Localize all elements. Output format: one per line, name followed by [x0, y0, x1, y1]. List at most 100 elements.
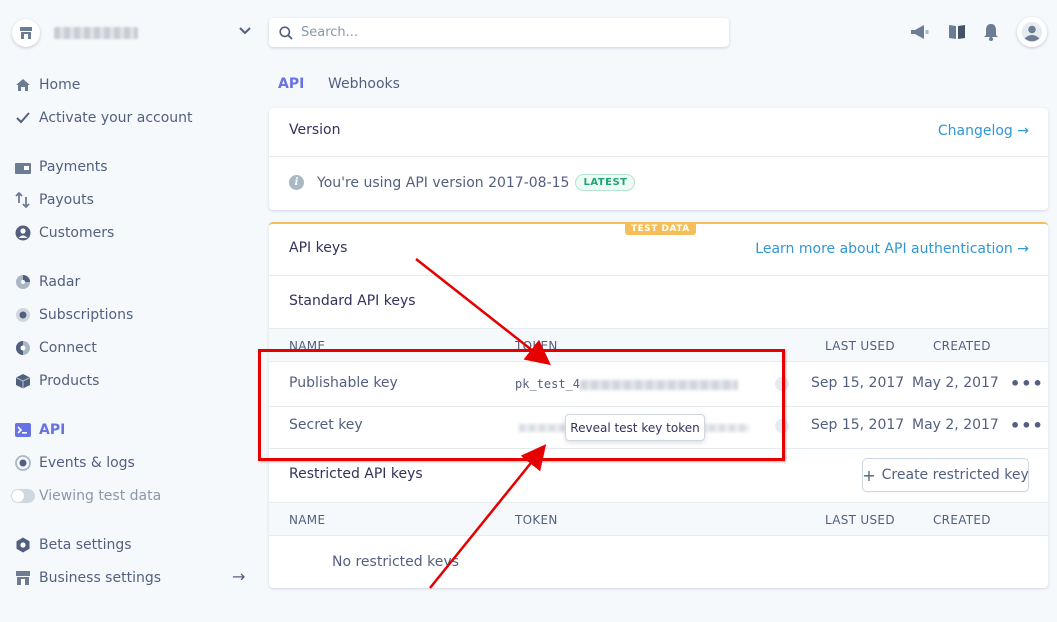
col-created: CREATED: [933, 513, 991, 527]
button-label: Create restricted key: [881, 467, 1029, 483]
sidebar-item-label: Payments: [39, 159, 108, 175]
empty-state: No restricted keys: [332, 554, 459, 570]
copy-icon[interactable]: [775, 419, 789, 433]
divider: [269, 156, 1048, 157]
token-prefix: pk_test_4: [515, 377, 581, 391]
more-icon[interactable]: •••: [1010, 374, 1044, 393]
api-keys-title: API keys: [289, 240, 348, 256]
search-icon: [279, 25, 293, 40]
more-icon[interactable]: •••: [1010, 416, 1044, 435]
sidebar-item-label: Radar: [39, 274, 81, 290]
account-name-blurred: [54, 27, 138, 39]
search-bar[interactable]: [269, 18, 729, 47]
sidebar-item-home[interactable]: Home: [14, 74, 80, 96]
sidebar-item-label: Activate your account: [39, 110, 193, 126]
col-last-used: LAST USED: [825, 513, 895, 527]
standard-keys-header: NAME TOKEN LAST USED CREATED: [269, 328, 1048, 362]
sidebar-item-events[interactable]: Events & logs: [14, 452, 135, 474]
col-created: CREATED: [933, 339, 991, 353]
chevron-down-icon[interactable]: [238, 24, 252, 40]
copy-icon[interactable]: [775, 377, 789, 391]
sidebar-item-label: Business settings: [39, 570, 162, 586]
sidebar-item-label: Connect: [39, 340, 97, 356]
sidebar-item-products[interactable]: Products: [14, 370, 99, 392]
gear-icon: [14, 536, 32, 554]
reveal-token-button[interactable]: Reveal test key token: [565, 414, 705, 441]
payments-icon: [14, 158, 32, 176]
products-icon: [14, 372, 32, 390]
sidebar-item-customers[interactable]: Customers: [14, 222, 114, 244]
plus-icon: +: [862, 465, 876, 485]
payouts-icon: [14, 191, 32, 209]
sidebar-item-radar[interactable]: Radar: [14, 271, 80, 293]
test-data-badge: TEST DATA: [625, 223, 696, 235]
avatar[interactable]: [1017, 17, 1047, 47]
version-title: Version: [289, 122, 341, 138]
created: May 2, 2017: [912, 417, 999, 433]
sidebar-item-label: Customers: [39, 225, 115, 241]
radar-icon: [14, 273, 32, 291]
home-icon: [14, 76, 32, 94]
sidebar-item-label: Products: [39, 373, 100, 389]
col-token: TOKEN: [515, 513, 558, 527]
megaphone-icon[interactable]: [909, 22, 931, 42]
toggle-switch[interactable]: [11, 489, 35, 503]
sidebar-item-activate[interactable]: Activate your account: [14, 107, 193, 129]
last-used: Sep 15, 2017: [811, 417, 905, 433]
api-version-text: You're using API version 2017-08-15: [317, 174, 570, 191]
sidebar-item-label: Home: [39, 77, 81, 93]
sidebar: Home Activate your account Payments Payo…: [0, 0, 262, 622]
api-keys-card: TEST DATA API keys Learn more about API …: [269, 222, 1048, 588]
sidebar-item-label: Subscriptions: [39, 307, 134, 323]
tab-api[interactable]: API: [278, 76, 304, 92]
book-icon[interactable]: [946, 22, 968, 42]
info-icon: i: [289, 175, 304, 190]
sidebar-item-payments[interactable]: Payments: [14, 156, 108, 178]
sidebar-item-subscriptions[interactable]: Subscriptions: [14, 304, 133, 326]
restricted-keys-header: NAME TOKEN LAST USED CREATED: [269, 502, 1048, 536]
api-version-info: i You're using API version 2017-08-15 LA…: [289, 174, 636, 191]
changelog-link[interactable]: Changelog →: [938, 123, 1029, 139]
key-name: Publishable key: [289, 375, 398, 391]
learn-more-link[interactable]: Learn more about API authentication →: [755, 241, 1029, 257]
customers-icon: [14, 224, 32, 242]
sidebar-item-label: Events & logs: [39, 455, 135, 471]
sidebar-item-business-settings[interactable]: Business settings: [14, 567, 161, 589]
sidebar-item-label: Beta settings: [39, 537, 132, 553]
col-name: NAME: [289, 513, 326, 527]
divider: [269, 448, 1048, 449]
user-icon: [1022, 22, 1042, 42]
api-icon: [14, 421, 32, 439]
restricted-keys-title: Restricted API keys: [289, 466, 423, 482]
token-blurred: [580, 379, 739, 390]
col-last-used: LAST USED: [825, 339, 895, 353]
tab-webhooks[interactable]: Webhooks: [328, 76, 400, 92]
version-card: Version Changelog → i You're using API v…: [269, 108, 1048, 210]
key-name: Secret key: [289, 417, 363, 433]
sidebar-item-label: Payouts: [39, 192, 94, 208]
arrow-right-icon[interactable]: →: [232, 567, 245, 586]
connect-icon: [14, 339, 32, 357]
events-icon: [14, 454, 32, 472]
sidebar-item-label: Viewing test data: [39, 488, 162, 504]
col-name: NAME: [289, 339, 326, 353]
create-restricted-key-button[interactable]: + Create restricted key: [862, 459, 1029, 491]
sidebar-item-payouts[interactable]: Payouts: [14, 189, 94, 211]
sidebar-item-connect[interactable]: Connect: [14, 337, 97, 359]
bell-icon[interactable]: [980, 22, 1002, 42]
created: May 2, 2017: [912, 375, 999, 391]
col-token: TOKEN: [515, 339, 558, 353]
standard-keys-title: Standard API keys: [289, 293, 416, 309]
search-input[interactable]: [301, 25, 701, 40]
viewing-test-data-toggle[interactable]: Viewing test data: [11, 485, 161, 507]
sidebar-item-label: API: [39, 422, 66, 438]
key-token[interactable]: pk_test_4: [515, 377, 739, 391]
last-used: Sep 15, 2017: [811, 375, 905, 391]
sidebar-item-beta-settings[interactable]: Beta settings: [14, 534, 132, 556]
sidebar-item-api[interactable]: API: [14, 419, 65, 441]
account-switcher[interactable]: [12, 18, 252, 48]
check-icon: [14, 109, 32, 127]
subscriptions-icon: [14, 306, 32, 324]
store-icon: [12, 19, 40, 47]
latest-badge: LATEST: [575, 174, 636, 191]
